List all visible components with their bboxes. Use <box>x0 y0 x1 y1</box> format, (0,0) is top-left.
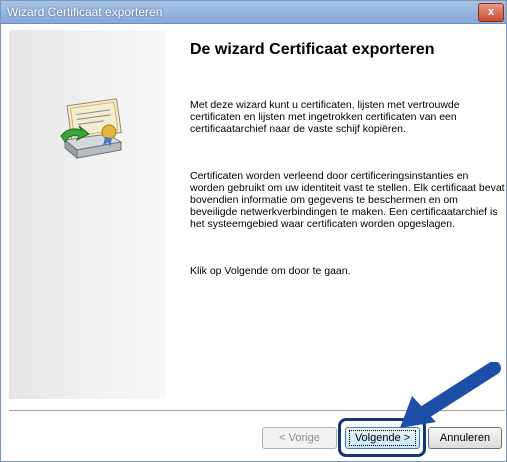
back-button[interactable]: < Vorige <box>262 427 337 449</box>
instruction-paragraph: Klik op Volgende om door te gaan. <box>190 265 351 277</box>
window-title: Wizard Certificaat exporteren <box>7 5 163 19</box>
intro-paragraph: Met deze wizard kunt u certificaten, lij… <box>190 99 460 135</box>
page-title: De wizard Certificaat exporteren <box>190 41 435 58</box>
certificate-export-icon <box>60 98 123 160</box>
cancel-button-label: Annuleren <box>439 432 491 444</box>
wizard-sidebar <box>9 30 166 399</box>
close-icon: x <box>487 6 495 18</box>
pointer-arrow-icon <box>400 362 501 428</box>
close-button[interactable]: x <box>478 3 504 22</box>
back-button-label: < Vorige <box>279 432 320 444</box>
title-bar[interactable]: Wizard Certificaat exporteren x <box>1 1 506 24</box>
description-paragraph: Certificaten worden verleend door certif… <box>190 170 505 230</box>
